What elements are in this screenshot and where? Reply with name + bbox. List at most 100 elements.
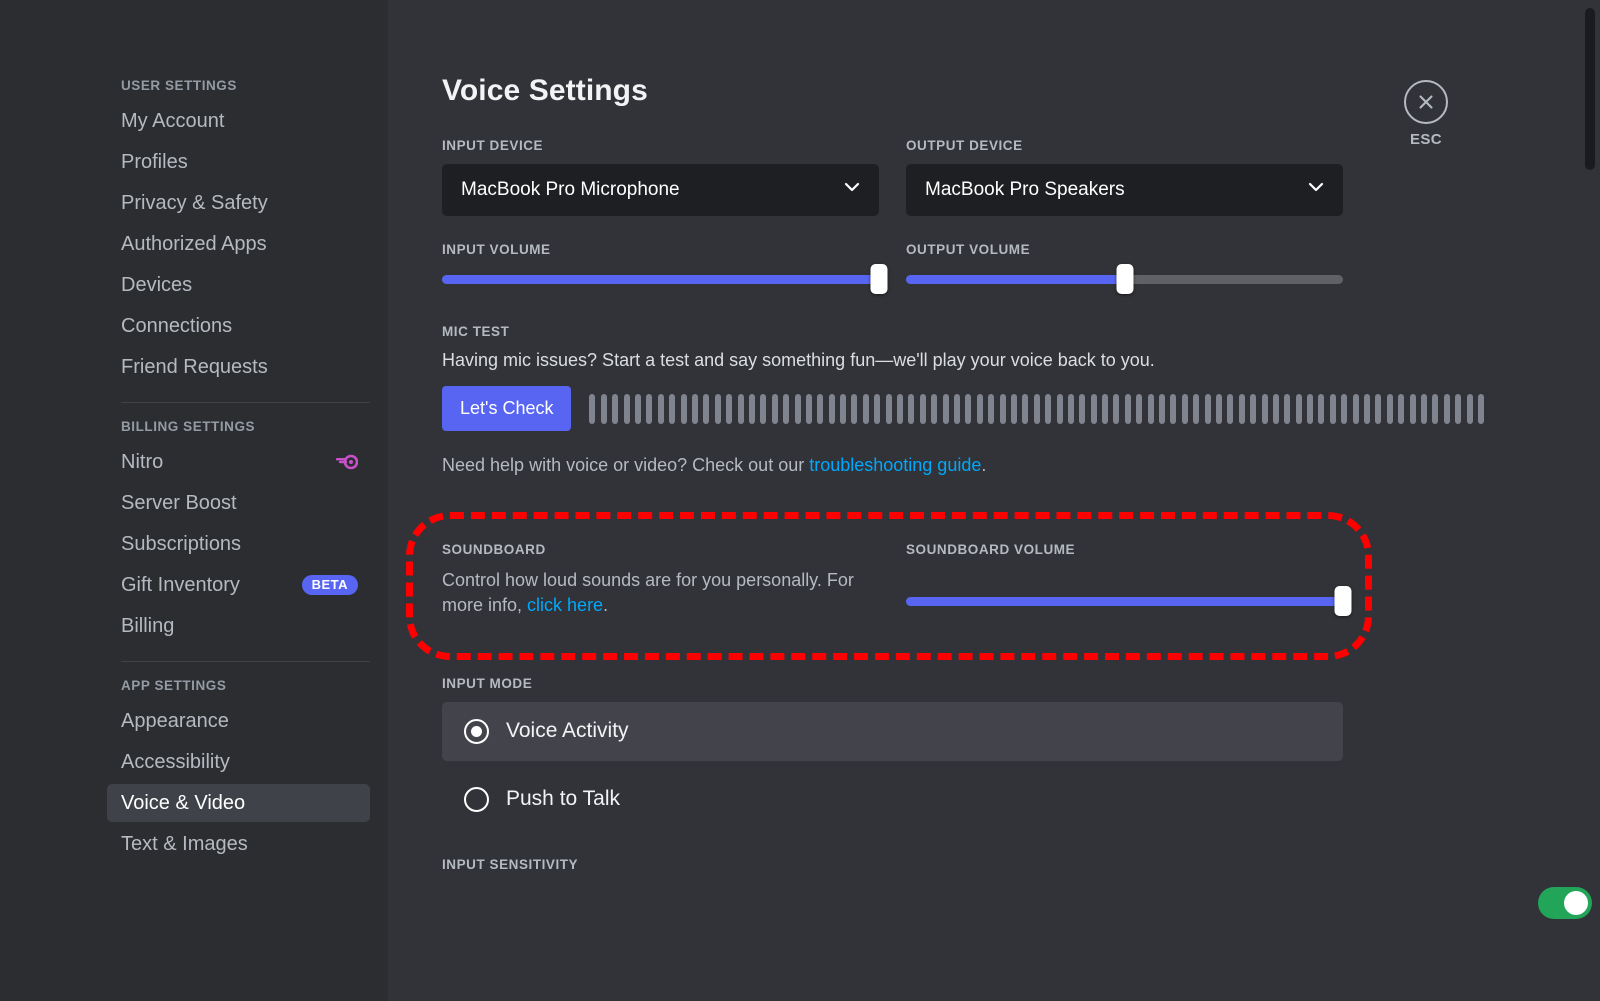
soundboard-info: SOUNDBOARD Control how loud sounds are f… [442, 542, 879, 618]
output-device-select[interactable]: MacBook Pro Speakers [906, 164, 1343, 216]
mic-level-bar [1067, 393, 1074, 424]
mic-level-bar [1386, 393, 1393, 424]
input-volume-slider[interactable] [442, 264, 888, 294]
mic-level-bar [953, 393, 960, 424]
output-volume-slider[interactable] [906, 264, 1343, 294]
mic-level-bar [1102, 393, 1109, 424]
mic-level-bar [1079, 393, 1086, 424]
mic-level-meter [589, 392, 1600, 426]
slider-fill [906, 274, 1125, 284]
output-device-value: MacBook Pro Speakers [925, 179, 1125, 200]
mic-level-bar [1398, 393, 1405, 424]
input-device-group: INPUT DEVICE MacBook Pro Microphone [442, 138, 879, 216]
mic-level-bar [1113, 393, 1120, 424]
close-icon [1404, 80, 1448, 124]
mic-level-bar [862, 393, 869, 424]
mic-level-bar [817, 393, 824, 424]
slider-thumb[interactable] [870, 264, 888, 294]
mic-level-bar [657, 393, 664, 424]
soundboard-description-suffix: . [603, 594, 609, 615]
slider-fill [442, 274, 879, 284]
sidebar-item-accessibility[interactable]: Accessibility [107, 743, 370, 781]
sidebar-item-privacy-safety[interactable]: Privacy & Safety [107, 184, 370, 222]
mic-level-bar [680, 393, 687, 424]
mic-level-bar [840, 393, 847, 424]
mic-level-bar [692, 393, 698, 424]
mic-level-bar [771, 393, 778, 424]
volume-sliders: INPUT VOLUME OUTPUT VOLUME [442, 242, 1600, 294]
output-volume-group: OUTPUT VOLUME [906, 242, 1343, 294]
mic-level-bar [1159, 393, 1166, 424]
sidebar-item-authorized-apps[interactable]: Authorized Apps [107, 225, 370, 263]
mic-level-bar [612, 393, 619, 424]
input-mode-option-push-to-talk[interactable]: Push to Talk [442, 769, 1343, 829]
soundboard-volume-label: SOUNDBOARD VOLUME [906, 542, 1076, 557]
lets-check-button[interactable]: Let's Check [442, 386, 572, 431]
sidebar-item-billing[interactable]: Billing [107, 607, 370, 645]
radio-selected-icon[interactable] [464, 718, 489, 744]
sidebar-divider [121, 402, 370, 403]
input-mode-section: INPUT MODE Voice Activity Push to Talk [442, 676, 1600, 829]
sidebar-item-appearance[interactable]: Appearance [107, 702, 370, 740]
vertical-scrollbar[interactable] [1585, 8, 1595, 170]
input-mode-option-voice-activity[interactable]: Voice Activity [442, 701, 1343, 761]
sidebar-item-subscriptions[interactable]: Subscriptions [107, 525, 370, 563]
sidebar-item-label: Appearance [121, 710, 229, 732]
sidebar-item-connections[interactable]: Connections [107, 307, 370, 345]
soundboard-click-here-link[interactable]: click here [527, 595, 603, 615]
sidebar-item-text-images[interactable]: Text & Images [107, 825, 370, 863]
mic-level-bar [805, 393, 812, 424]
output-volume-label: OUTPUT VOLUME [906, 242, 1031, 257]
input-sensitivity-section: INPUT SENSITIVITY [442, 857, 1600, 919]
mic-level-bar [1272, 393, 1279, 424]
sidebar-item-gift-inventory[interactable]: Gift Inventory BETA [107, 566, 370, 604]
input-volume-label: INPUT VOLUME [442, 242, 551, 257]
troubleshooting-guide-link[interactable]: troubleshooting guide [809, 455, 981, 475]
mic-level-bar [600, 393, 607, 424]
mic-level-bar [1170, 393, 1177, 424]
mic-level-bar [1193, 393, 1200, 424]
sidebar-item-server-boost[interactable]: Server Boost [107, 484, 370, 522]
mic-level-bar [748, 393, 755, 424]
mic-level-bar [1352, 393, 1359, 424]
close-settings-button[interactable]: ESC [1388, 80, 1464, 148]
mic-level-bar [976, 393, 983, 424]
sidebar-item-nitro[interactable]: Nitro [107, 443, 370, 481]
slider-thumb[interactable] [1334, 586, 1352, 616]
sidebar-item-friend-requests[interactable]: Friend Requests [107, 348, 370, 386]
mic-level-bar [760, 393, 767, 424]
mic-level-bar [885, 393, 892, 424]
mic-level-bar [1250, 393, 1257, 424]
input-sensitivity-toggle[interactable] [1538, 886, 1592, 919]
mic-level-bar [1124, 393, 1131, 424]
mic-level-bar [908, 393, 915, 424]
mic-level-bar [1477, 393, 1484, 424]
input-mode-options: Voice Activity Push to Talk [442, 701, 1600, 829]
mic-level-bar [1204, 393, 1211, 424]
mic-level-bar [1466, 393, 1473, 424]
mic-level-bar [1238, 393, 1245, 424]
mic-level-bar [1455, 393, 1462, 424]
soundboard-volume-group: SOUNDBOARD VOLUME [906, 542, 1352, 618]
input-mode-option-label: Voice Activity [506, 719, 629, 743]
mic-level-bar [828, 393, 835, 424]
mic-level-bar [1318, 393, 1325, 424]
mic-level-bar [965, 393, 972, 424]
sidebar-item-label: Text & Images [121, 833, 248, 855]
sidebar-item-label: Server Boost [121, 492, 237, 514]
input-device-label: INPUT DEVICE [442, 138, 544, 153]
sidebar-divider [121, 661, 370, 662]
mic-level-bar [1010, 393, 1017, 424]
mic-level-bar [635, 393, 642, 424]
settings-sidebar: USER SETTINGS My Account Profiles Privacy &… [0, 0, 388, 1001]
input-device-select[interactable]: MacBook Pro Microphone [442, 164, 879, 216]
sidebar-item-voice-video[interactable]: Voice & Video [107, 784, 370, 822]
mic-level-bar [999, 393, 1006, 424]
sidebar-item-profiles[interactable]: Profiles [107, 143, 370, 181]
sidebar-item-devices[interactable]: Devices [107, 266, 370, 304]
radio-unselected-icon[interactable] [464, 786, 489, 812]
soundboard-volume-slider[interactable] [906, 586, 1352, 616]
mic-test-section: MIC TEST Having mic issues? Start a test… [442, 324, 1600, 431]
slider-thumb[interactable] [1116, 264, 1133, 294]
sidebar-item-my-account[interactable]: My Account [107, 102, 370, 140]
